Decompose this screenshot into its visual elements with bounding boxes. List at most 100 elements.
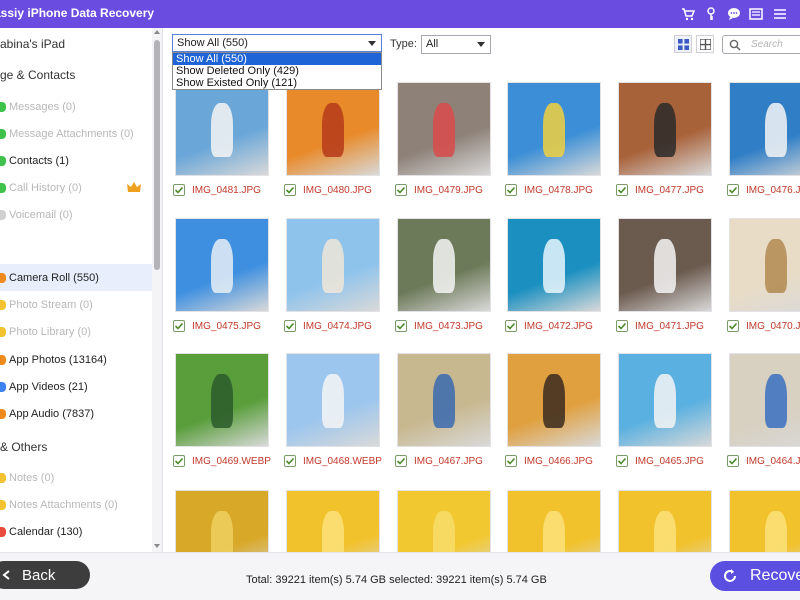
photo-thumbnail[interactable]: [618, 490, 712, 552]
photo-thumbnail[interactable]: [175, 353, 269, 447]
photo-checkbox[interactable]: [284, 455, 296, 467]
photo-thumbnail[interactable]: [286, 218, 380, 312]
show-filter-select[interactable]: Show All (550): [172, 34, 382, 52]
sidebar-item-message-attachments[interactable]: Message Attachments (0): [0, 120, 152, 147]
photo-tile[interactable]: [395, 490, 493, 552]
photo-thumbnail[interactable]: [397, 353, 491, 447]
scroll-up-icon[interactable]: [154, 30, 160, 34]
sidebar-item-notes[interactable]: Notes (0): [0, 464, 152, 491]
photo-thumbnail[interactable]: [507, 353, 601, 447]
register-icon[interactable]: [748, 6, 764, 22]
photo-tile[interactable]: [173, 490, 271, 552]
photo-tile[interactable]: [727, 490, 800, 552]
sidebar-item-camera-roll[interactable]: Camera Roll (550): [0, 264, 152, 291]
photo-tile[interactable]: IMG_0466.JPG: [505, 353, 603, 467]
photo-thumbnail[interactable]: [618, 353, 712, 447]
search-input[interactable]: Search: [722, 35, 800, 54]
filter-dropdown-list[interactable]: Show All (550) Show Deleted Only (429) S…: [172, 52, 382, 90]
photo-checkbox[interactable]: [395, 455, 407, 467]
scroll-thumb[interactable]: [154, 40, 160, 270]
photo-thumbnail[interactable]: [729, 82, 800, 176]
photo-thumbnail[interactable]: [286, 82, 380, 176]
photo-thumbnail[interactable]: [729, 218, 800, 312]
photo-tile[interactable]: IMG_0469.WEBP: [173, 353, 271, 467]
scroll-down-icon[interactable]: [154, 544, 160, 548]
photo-tile[interactable]: IMG_0478.JPG: [505, 82, 603, 196]
photo-tile[interactable]: IMG_0467.JPG: [395, 353, 493, 467]
type-select[interactable]: All: [421, 35, 491, 54]
photo-tile[interactable]: IMG_0479.JPG: [395, 82, 493, 196]
dropdown-option-show-existed[interactable]: Show Existed Only (121): [173, 77, 381, 89]
photo-tile[interactable]: IMG_0470.JPG: [727, 218, 800, 332]
photo-tile[interactable]: [505, 490, 603, 552]
photo-thumbnail[interactable]: [397, 218, 491, 312]
section-messages-contacts[interactable]: ge & Contacts: [0, 61, 152, 88]
sidebar-item-photo-library[interactable]: Photo Library (0): [0, 318, 152, 345]
photo-tile[interactable]: IMG_0471.JPG: [616, 218, 714, 332]
photo-checkbox[interactable]: [284, 320, 296, 332]
photo-checkbox[interactable]: [616, 455, 628, 467]
sidebar-item-notes-attachments[interactable]: Notes Attachments (0): [0, 491, 152, 518]
photo-checkbox[interactable]: [395, 320, 407, 332]
photo-checkbox[interactable]: [505, 184, 517, 196]
cart-icon[interactable]: [680, 6, 696, 22]
photo-checkbox[interactable]: [395, 184, 407, 196]
photo-checkbox[interactable]: [173, 320, 185, 332]
photo-tile[interactable]: [284, 490, 382, 552]
photo-tile[interactable]: IMG_0465.JPG: [616, 353, 714, 467]
photo-checkbox[interactable]: [284, 184, 296, 196]
photo-thumbnail[interactable]: [507, 218, 601, 312]
dropdown-option-show-deleted[interactable]: Show Deleted Only (429): [173, 65, 381, 77]
photo-thumbnail[interactable]: [618, 218, 712, 312]
photo-thumbnail[interactable]: [507, 490, 601, 552]
sidebar-item-calendar[interactable]: Calendar (130): [0, 518, 152, 545]
photo-checkbox[interactable]: [505, 455, 517, 467]
photo-tile[interactable]: IMG_0476.JPG: [727, 82, 800, 196]
photo-thumbnail[interactable]: [507, 82, 601, 176]
photo-thumbnail[interactable]: [286, 490, 380, 552]
photo-checkbox[interactable]: [173, 455, 185, 467]
photo-checkbox[interactable]: [505, 320, 517, 332]
photo-thumbnail[interactable]: [618, 82, 712, 176]
sidebar-item-app-videos[interactable]: App Videos (21): [0, 373, 152, 400]
photo-thumbnail[interactable]: [286, 353, 380, 447]
photo-tile[interactable]: IMG_0473.JPG: [395, 218, 493, 332]
sidebar-item-call-history[interactable]: Call History (0): [0, 174, 152, 201]
grid-view-button[interactable]: [674, 35, 692, 53]
photo-thumbnail[interactable]: [729, 353, 800, 447]
photo-checkbox[interactable]: [727, 184, 739, 196]
photo-tile[interactable]: [616, 490, 714, 552]
sidebar-item-messages[interactable]: Messages (0): [0, 93, 152, 120]
photo-tile[interactable]: IMG_0468.WEBP: [284, 353, 382, 467]
photo-thumbnail[interactable]: [175, 82, 269, 176]
photo-thumbnail[interactable]: [175, 490, 269, 552]
photo-tile[interactable]: IMG_0464.JPG: [727, 353, 800, 467]
photo-checkbox[interactable]: [616, 320, 628, 332]
photo-thumbnail[interactable]: [397, 82, 491, 176]
photo-tile[interactable]: IMG_0475.JPG: [173, 218, 271, 332]
photo-thumbnail[interactable]: [397, 490, 491, 552]
sidebar-scrollbar[interactable]: [152, 28, 162, 552]
large-grid-view-button[interactable]: [696, 35, 714, 53]
dropdown-option-show-all[interactable]: Show All (550): [173, 53, 381, 65]
key-icon[interactable]: [703, 6, 719, 22]
photo-thumbnail[interactable]: [175, 218, 269, 312]
photo-tile[interactable]: IMG_0481.JPG: [173, 82, 271, 196]
sidebar-item-contacts[interactable]: Contacts (1): [0, 147, 152, 174]
sidebar-item-photo-stream[interactable]: Photo Stream (0): [0, 291, 152, 318]
photo-thumbnail[interactable]: [729, 490, 800, 552]
section-memos-others[interactable]: & Others: [0, 433, 152, 460]
photo-tile[interactable]: IMG_0472.JPG: [505, 218, 603, 332]
recover-button[interactable]: Recove: [710, 561, 800, 591]
chat-icon[interactable]: [726, 6, 742, 22]
photo-checkbox[interactable]: [616, 184, 628, 196]
device-name[interactable]: abina's iPad: [0, 30, 152, 57]
sidebar-item-app-photos[interactable]: App Photos (13164): [0, 346, 152, 373]
back-button[interactable]: Back: [0, 561, 90, 589]
photo-tile[interactable]: IMG_0474.JPG: [284, 218, 382, 332]
photo-tile[interactable]: IMG_0477.JPG: [616, 82, 714, 196]
photo-checkbox[interactable]: [727, 455, 739, 467]
photo-checkbox[interactable]: [727, 320, 739, 332]
sidebar-item-app-audio[interactable]: App Audio (7837): [0, 400, 152, 427]
menu-icon[interactable]: [772, 6, 788, 22]
